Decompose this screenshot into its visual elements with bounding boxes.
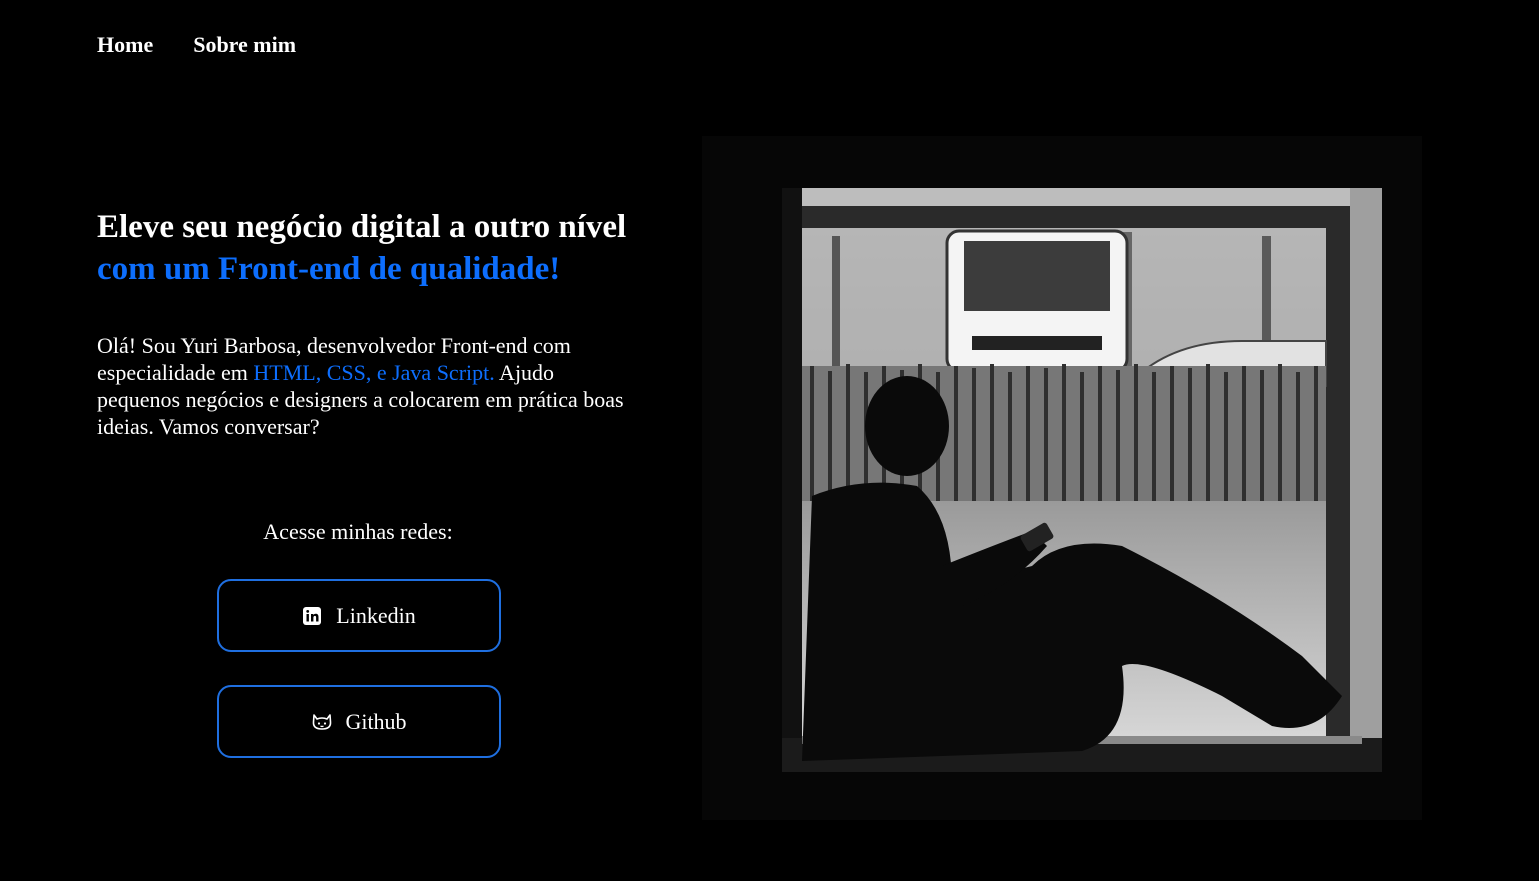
- page: Home Sobre mim Eleve seu negócio digital…: [0, 0, 1539, 881]
- social-label: Acesse minhas redes:: [263, 519, 453, 544]
- github-icon: [311, 712, 332, 732]
- hero-text: Eleve seu negócio digital a outro nível …: [97, 206, 627, 440]
- linkedin-icon: [302, 606, 322, 626]
- hero-headline: Eleve seu negócio digital a outro nível …: [97, 206, 627, 290]
- linkedin-button[interactable]: Linkedin: [217, 579, 501, 652]
- top-nav: Home Sobre mim: [97, 32, 296, 58]
- nav-about-link[interactable]: Sobre mim: [193, 32, 296, 58]
- headline-main: Eleve seu negócio digital a outro nível: [97, 209, 627, 245]
- headline-accent: com um Front-end de qualidade!: [97, 251, 561, 287]
- intro-accent: HTML, CSS, e Java Script.: [253, 360, 495, 385]
- hero-photo: [702, 136, 1422, 820]
- linkedin-label: Linkedin: [336, 602, 416, 628]
- github-button[interactable]: Github: [217, 685, 501, 758]
- nav-home-link[interactable]: Home: [97, 32, 153, 58]
- github-label: Github: [345, 708, 407, 734]
- hero-intro: Olá! Sou Yuri Barbosa, desenvolvedor Fro…: [97, 332, 627, 440]
